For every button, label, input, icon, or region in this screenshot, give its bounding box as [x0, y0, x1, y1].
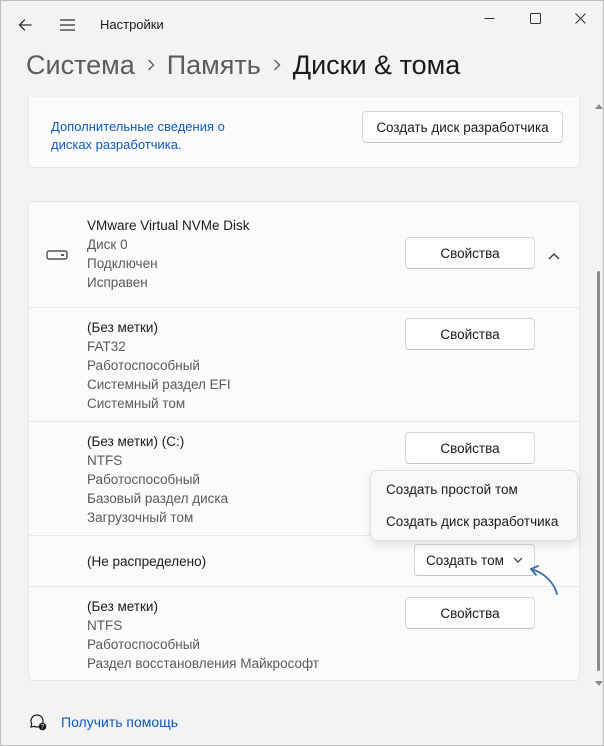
navigation-menu-button[interactable] [53, 11, 81, 39]
disk-status: Подключен [87, 256, 158, 271]
help-icon: ? [30, 714, 47, 731]
create-volume-button[interactable]: Создать том [414, 544, 535, 576]
partition-label: (Без метки) [87, 320, 158, 335]
partition-properties-button[interactable]: Свойства [405, 432, 535, 464]
disk-health: Исправен [87, 275, 148, 290]
get-help-link[interactable]: Получить помощь [61, 714, 178, 730]
close-icon [574, 12, 586, 24]
title-bar: Настройки [1, 1, 603, 47]
minimize-icon [484, 17, 494, 19]
hamburger-menu-icon [59, 19, 75, 31]
create-volume-label: Создать том [426, 552, 504, 568]
dev-drive-card: Дополнительные сведения о дисках разрабо… [28, 97, 580, 168]
menu-item-create-simple-volume[interactable]: Создать простой том [386, 482, 518, 497]
partition-row-unallocated: (Не распределено) Создать том [29, 535, 579, 586]
create-volume-menu: Создать простой том Создать диск разрабо… [370, 470, 578, 541]
partition-status: Работоспособный [87, 637, 200, 652]
disk-number: Диск 0 [87, 237, 128, 252]
chevron-right-icon [147, 59, 155, 71]
partition-type: Базовый раздел диска [87, 491, 229, 506]
minimize-button[interactable] [467, 5, 511, 31]
page-title: Диски & тома [292, 49, 461, 80]
partition-fs: NTFS [87, 618, 123, 633]
annotation-arrow-icon [530, 565, 558, 595]
breadcrumb: Система Память Диски & тома [26, 45, 460, 85]
dev-drive-info-link[interactable]: Дополнительные сведения о дисках разрабо… [51, 118, 261, 154]
partition-info: (Без метки) NTFS Работоспособный Раздел … [87, 597, 319, 673]
help-footer: ? Получить помощь [29, 713, 178, 731]
partition-properties-button[interactable]: Свойства [405, 597, 535, 629]
disk-drive-icon [46, 250, 68, 260]
partition-info: (Без метки) (C:) NTFS Работоспособный Ба… [87, 432, 228, 527]
partition-row-recovery: (Без метки) NTFS Работоспособный Раздел … [29, 586, 579, 681]
partition-info: (Без метки) FAT32 Работоспособный Систем… [87, 318, 231, 413]
disk-header-row[interactable]: VMware Virtual NVMe Disk Диск 0 Подключе… [29, 202, 579, 307]
chevron-down-icon [513, 557, 523, 563]
back-arrow-icon [18, 19, 32, 31]
disk-name: VMware Virtual NVMe Disk [87, 218, 250, 233]
partition-role: Загрузочный том [87, 510, 194, 525]
partition-label: (Без метки) [87, 599, 158, 614]
back-button[interactable] [11, 11, 39, 39]
partition-fs: FAT32 [87, 339, 126, 354]
create-dev-drive-button[interactable]: Создать диск разработчика [362, 111, 563, 143]
breadcrumb-item-storage[interactable]: Память [167, 50, 261, 81]
menu-item-create-dev-drive[interactable]: Создать диск разработчика [386, 514, 558, 529]
partition-info: (Не распределено) [87, 552, 206, 571]
collapse-button[interactable] [544, 246, 564, 266]
partition-status: Работоспособный [87, 472, 200, 487]
breadcrumb-separator [135, 59, 167, 71]
partition-label: (Не распределено) [87, 554, 207, 569]
close-button[interactable] [558, 5, 602, 31]
scroll-down-icon[interactable] [595, 681, 603, 687]
disk-info: VMware Virtual NVMe Disk Диск 0 Подключе… [87, 216, 250, 292]
partition-role: Системный том [87, 396, 186, 411]
partition-fs: NTFS [87, 453, 123, 468]
maximize-button[interactable] [513, 5, 557, 31]
partition-status: Работоспособный [87, 358, 200, 373]
partition-label: (Без метки) (C:) [87, 434, 185, 449]
breadcrumb-item-system[interactable]: Система [26, 50, 135, 81]
partition-type: Системный раздел EFI [87, 377, 231, 392]
breadcrumb-separator [261, 59, 293, 71]
partition-properties-button[interactable]: Свойства [405, 318, 535, 350]
chevron-up-icon [548, 253, 560, 260]
partition-row-efi: (Без метки) FAT32 Работоспособный Систем… [29, 307, 579, 421]
settings-window: Настройки Система Память Диски & тома До… [0, 0, 604, 746]
partition-type: Раздел восстановления Майкрософт [87, 656, 319, 671]
maximize-icon [529, 12, 541, 24]
scrollbar-thumb[interactable] [597, 271, 600, 671]
window-title: Настройки [100, 17, 164, 32]
disk-card: VMware Virtual NVMe Disk Диск 0 Подключе… [28, 201, 580, 681]
disk-properties-button[interactable]: Свойства [405, 237, 535, 269]
scroll-up-icon[interactable] [595, 103, 603, 109]
content-scroll-area[interactable]: Дополнительные сведения о дисках разрабо… [1, 97, 603, 697]
chevron-right-icon [273, 59, 281, 71]
